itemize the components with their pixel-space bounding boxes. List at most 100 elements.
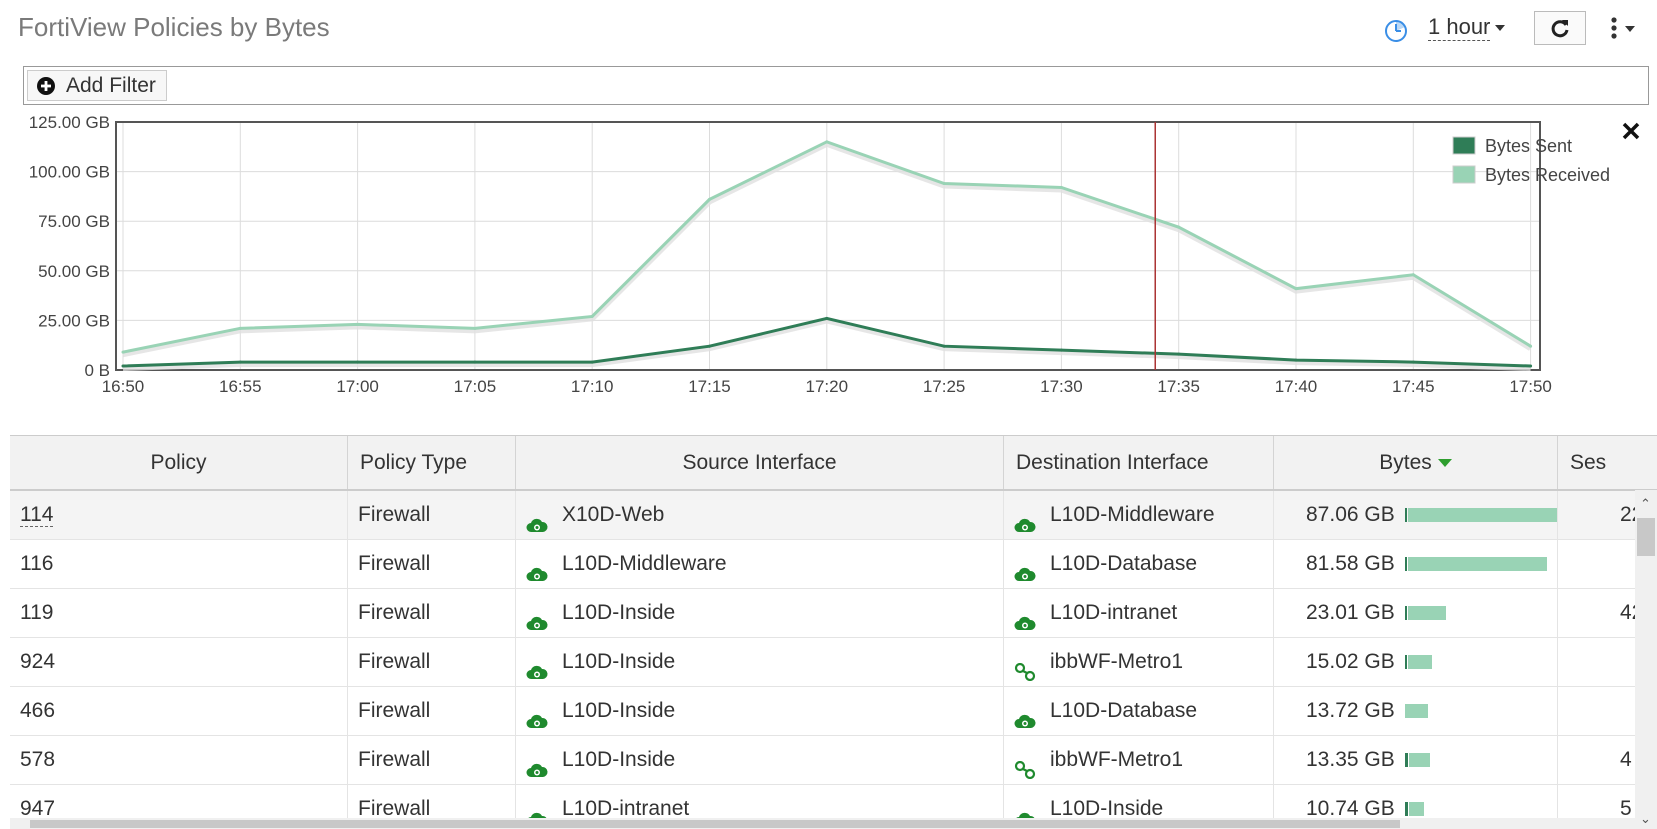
table-row[interactable]: 119 Firewall L10D-Inside L10D-intranet 23.01… (10, 589, 1657, 638)
horizontal-scrollbar[interactable] (10, 818, 1635, 829)
data-point (1411, 360, 1415, 364)
more-options-button[interactable] (1606, 16, 1646, 42)
bytes-received-bar (1407, 655, 1432, 670)
cloud-icon (1014, 553, 1036, 582)
header-bytes[interactable]: Bytes (1274, 436, 1558, 489)
header-policy[interactable]: Policy (10, 436, 348, 489)
column-label: Bytes (1379, 451, 1432, 474)
table-row[interactable]: 116 Firewall L10D-Middleware L10D-Database 8… (10, 540, 1657, 589)
sessions-value: 4 (1620, 748, 1632, 771)
bytes-value: 10.74 GB (1306, 797, 1395, 820)
filter-bar[interactable]: Add Filter (23, 66, 1649, 105)
data-point (238, 326, 242, 330)
cell-bytes: 13.72 GB (1274, 687, 1558, 735)
cloud-icon (1014, 798, 1036, 827)
header-sessions[interactable]: Ses (1558, 436, 1657, 489)
policy-type: Firewall (358, 797, 431, 820)
policy-id: 578 (20, 748, 56, 771)
interface-name: L10D-Inside (562, 650, 676, 673)
bytes-received-bar (1407, 557, 1547, 572)
x-tick-label: 17:35 (1157, 377, 1200, 396)
bytes-sent-bar (1404, 508, 1407, 523)
data-point (473, 326, 477, 330)
time-range-select[interactable]: 1 hour (1428, 14, 1506, 41)
scroll-thumb[interactable] (30, 820, 1400, 828)
data-point (1059, 185, 1063, 189)
data-point (1177, 225, 1181, 229)
page-title: FortiView Policies by Bytes (18, 12, 330, 42)
x-tick-label: 17:45 (1392, 377, 1435, 396)
policy-id: 947 (20, 797, 56, 820)
table-row[interactable]: 578 Firewall L10D-Inside ibbWF-Metro1 13.35 … (10, 736, 1657, 785)
table-row[interactable]: 924 Firewall L10D-Inside ibbWF-Metro1 15.02 … (10, 638, 1657, 687)
cell-bytes: 15.02 GB (1274, 638, 1558, 686)
cell-bytes: 87.06 GB (1274, 491, 1558, 539)
policy-type: Firewall (358, 650, 431, 673)
y-tick-label: 75.00 GB (38, 212, 110, 231)
refresh-button[interactable] (1534, 11, 1586, 45)
bytes-bar (1404, 557, 1555, 572)
bytes-value: 87.06 GB (1306, 503, 1395, 526)
interface-name: L10D-Middleware (562, 552, 727, 575)
cloud-icon (526, 700, 548, 729)
cell-policy[interactable]: 466 (10, 687, 348, 735)
interface-name: L10D-Inside (562, 699, 676, 722)
cell-policy[interactable]: 116 (10, 540, 348, 588)
legend-swatch (1452, 136, 1476, 155)
fortiview-panel: FortiView Policies by Bytes 1 hour Add F… (0, 0, 1657, 829)
cell-policy[interactable]: 114 (10, 491, 348, 539)
scroll-thumb[interactable] (1637, 518, 1655, 556)
bytes-value: 13.35 GB (1306, 748, 1395, 771)
cell-policy-type: Firewall (348, 540, 516, 588)
policy-id: 119 (20, 601, 54, 624)
vertical-scrollbar[interactable]: ⌃ ⌄ (1635, 490, 1657, 829)
header-policy-type[interactable]: Policy Type (348, 436, 516, 489)
time-range-value: 1 hour (1428, 14, 1491, 41)
close-icon[interactable] (1622, 122, 1640, 140)
data-point (708, 197, 711, 201)
table-row[interactable]: 114 Firewall X10D-Web L10D-Middleware 87.06 … (10, 491, 1657, 540)
interface-name: X10D-Web (562, 503, 665, 526)
bytes-sent-bar (1404, 557, 1407, 572)
sessions-value: 5 (1620, 797, 1632, 820)
data-point (590, 314, 594, 318)
data-point (1294, 358, 1298, 362)
cell-destination-interface: ibbWF-Metro1 (1004, 638, 1274, 686)
bytes-received-bar (1407, 606, 1446, 621)
header-destination-interface[interactable]: Destination Interface (1004, 436, 1274, 489)
cell-policy[interactable]: 924 (10, 638, 348, 686)
x-tick-label: 17:50 (1509, 377, 1552, 396)
scroll-up-icon[interactable]: ⌃ (1640, 496, 1651, 512)
bytes-bar (1404, 606, 1555, 621)
line-chart[interactable]: 0 B25.00 GB50.00 GB75.00 GB100.00 GB125.… (0, 112, 1657, 430)
data-point (1529, 344, 1533, 348)
policy-type: Firewall (358, 601, 431, 624)
table-row[interactable]: 466 Firewall L10D-Inside L10D-Database 13.72… (10, 687, 1657, 736)
x-tick-label: 17:25 (923, 377, 966, 396)
data-point (942, 182, 946, 186)
header-source-interface[interactable]: Source Interface (516, 436, 1004, 489)
policy-id: 924 (20, 650, 56, 673)
policy-type: Firewall (358, 552, 431, 575)
data-point (1294, 287, 1298, 291)
policy-type: Firewall (358, 748, 431, 771)
x-tick-label: 17:30 (1040, 377, 1083, 396)
interface-name: L10D-Inside (562, 748, 676, 771)
interface-name: L10D-Inside (1050, 797, 1164, 820)
interface-name: L10D-Inside (562, 601, 676, 624)
add-filter-button[interactable]: Add Filter (27, 70, 167, 101)
bytes-received-bar (1408, 753, 1430, 768)
x-tick-label: 17:20 (806, 377, 849, 396)
bytes-bar (1404, 655, 1555, 670)
cell-source-interface: L10D-Inside (516, 736, 1004, 784)
x-tick-label: 17:05 (454, 377, 497, 396)
plus-circle-icon (37, 76, 55, 95)
bytes-sent-bar (1404, 606, 1407, 621)
bytes-sent-bar (1404, 753, 1408, 768)
x-tick-label: 17:10 (571, 377, 614, 396)
cell-policy[interactable]: 119 (10, 589, 348, 637)
cell-policy[interactable]: 578 (10, 736, 348, 784)
bytes-bar (1404, 802, 1555, 817)
bytes-chart[interactable]: 0 B 25.00 GB 50.00 GB 75.00 GB 100.00 GB 125.… (0, 112, 1657, 430)
scroll-down-icon[interactable]: ⌄ (1640, 811, 1651, 827)
